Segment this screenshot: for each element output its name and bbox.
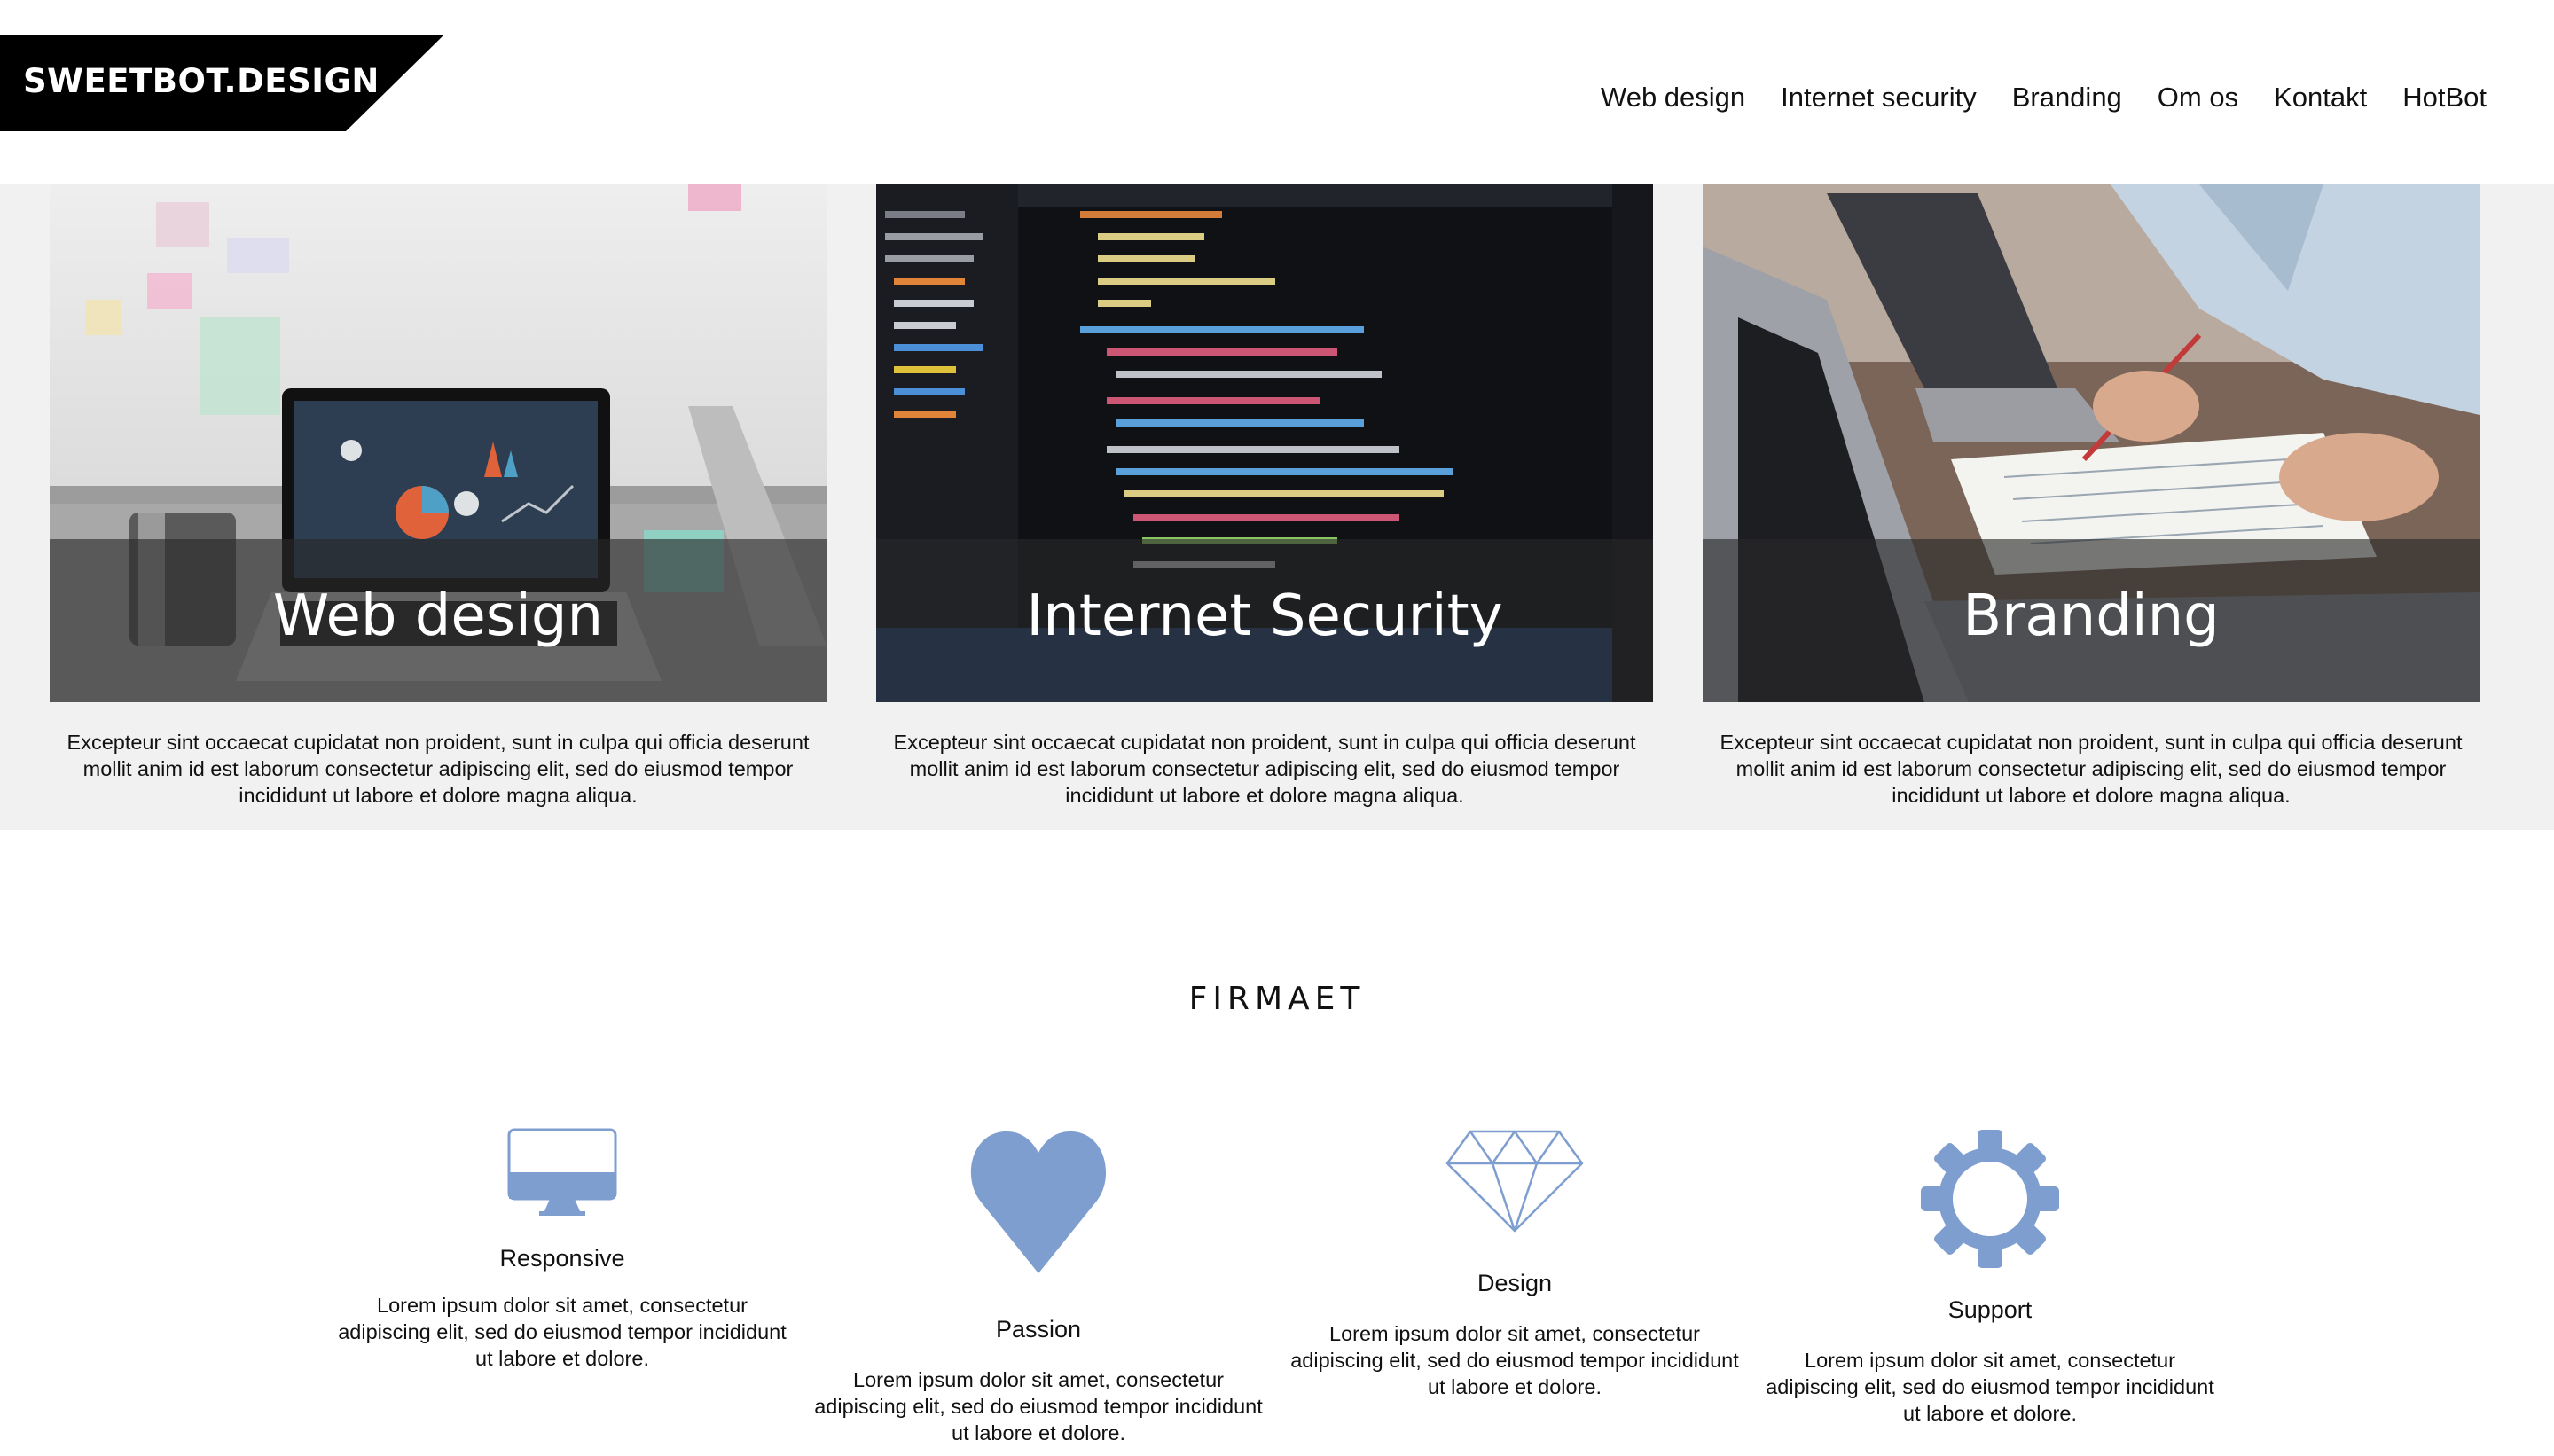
web-design-description: Excepteur sint occaecat cupidatat non pr… bbox=[67, 731, 810, 807]
service-card-branding[interactable]: Branding Excepteur sint occaecat cupidat… bbox=[1703, 184, 2480, 809]
feature-passion: Passion Lorem ipsum dolor sit amet, cons… bbox=[808, 1128, 1269, 1446]
service-card-web-design[interactable]: Web design Excepteur sint occaecat cupid… bbox=[50, 184, 827, 809]
feature-text-design: Lorem ipsum dolor sit amet, consectetur … bbox=[1290, 1322, 1739, 1398]
logo-text[interactable]: SWEETBOT.DESIGN bbox=[23, 62, 380, 100]
service-card-internet-security[interactable]: Internet Security Excepteur sint occaeca… bbox=[876, 184, 1653, 809]
nav-web-design[interactable]: Web design bbox=[1601, 82, 1745, 114]
heart-icon bbox=[970, 1131, 1107, 1273]
internet-security-title[interactable]: Internet Security bbox=[876, 583, 1653, 649]
branding-title[interactable]: Branding bbox=[1703, 583, 2480, 649]
feature-name-passion: Passion bbox=[995, 1316, 1082, 1342]
feature-support: Support Lorem ipsum dolor sit amet, cons… bbox=[1759, 1128, 2221, 1427]
feature-name-responsive: Responsive bbox=[499, 1245, 625, 1272]
nav-kontakt[interactable]: Kontakt bbox=[2274, 82, 2367, 114]
branding-description: Excepteur sint occaecat cupidatat non pr… bbox=[1720, 731, 2463, 807]
nav-om-os[interactable]: Om os bbox=[2158, 82, 2238, 114]
monitor-icon bbox=[507, 1128, 617, 1216]
internet-security-description: Excepteur sint occaecat cupidatat non pr… bbox=[893, 731, 1636, 807]
feature-responsive: Responsive Lorem ipsum dolor sit amet, c… bbox=[332, 1128, 793, 1372]
feature-design: Design Lorem ipsum dolor sit amet, conse… bbox=[1284, 1128, 1745, 1400]
diamond-icon bbox=[1445, 1130, 1584, 1233]
gear-icon bbox=[1921, 1130, 2059, 1268]
site-logo[interactable]: SWEETBOT.DESIGN bbox=[0, 35, 443, 131]
nav-branding[interactable]: Branding bbox=[2012, 82, 2122, 114]
services-band: Web design Excepteur sint occaecat cupid… bbox=[0, 184, 2554, 830]
branding-image[interactable]: Branding bbox=[1703, 184, 2480, 702]
internet-security-image[interactable]: Internet Security bbox=[876, 184, 1653, 702]
feature-name-support: Support bbox=[1947, 1296, 2033, 1323]
web-design-title[interactable]: Web design bbox=[50, 583, 827, 649]
nav-internet-security[interactable]: Internet security bbox=[1781, 82, 1977, 114]
site-header: SWEETBOT.DESIGN Web design Internet secu… bbox=[0, 0, 2554, 184]
feature-text-support: Lorem ipsum dolor sit amet, consectetur … bbox=[1766, 1349, 2214, 1425]
main-nav: Web design Internet security Branding Om… bbox=[1601, 82, 2487, 114]
feature-text-responsive: Lorem ipsum dolor sit amet, consectetur … bbox=[338, 1294, 787, 1370]
feature-text-passion: Lorem ipsum dolor sit amet, consectetur … bbox=[814, 1368, 1263, 1444]
section-title: FIRMAET bbox=[1188, 981, 1366, 1017]
feature-name-design: Design bbox=[1477, 1270, 1553, 1296]
nav-hotbot[interactable]: HotBot bbox=[2402, 82, 2487, 114]
web-design-image[interactable]: Web design bbox=[50, 184, 827, 702]
